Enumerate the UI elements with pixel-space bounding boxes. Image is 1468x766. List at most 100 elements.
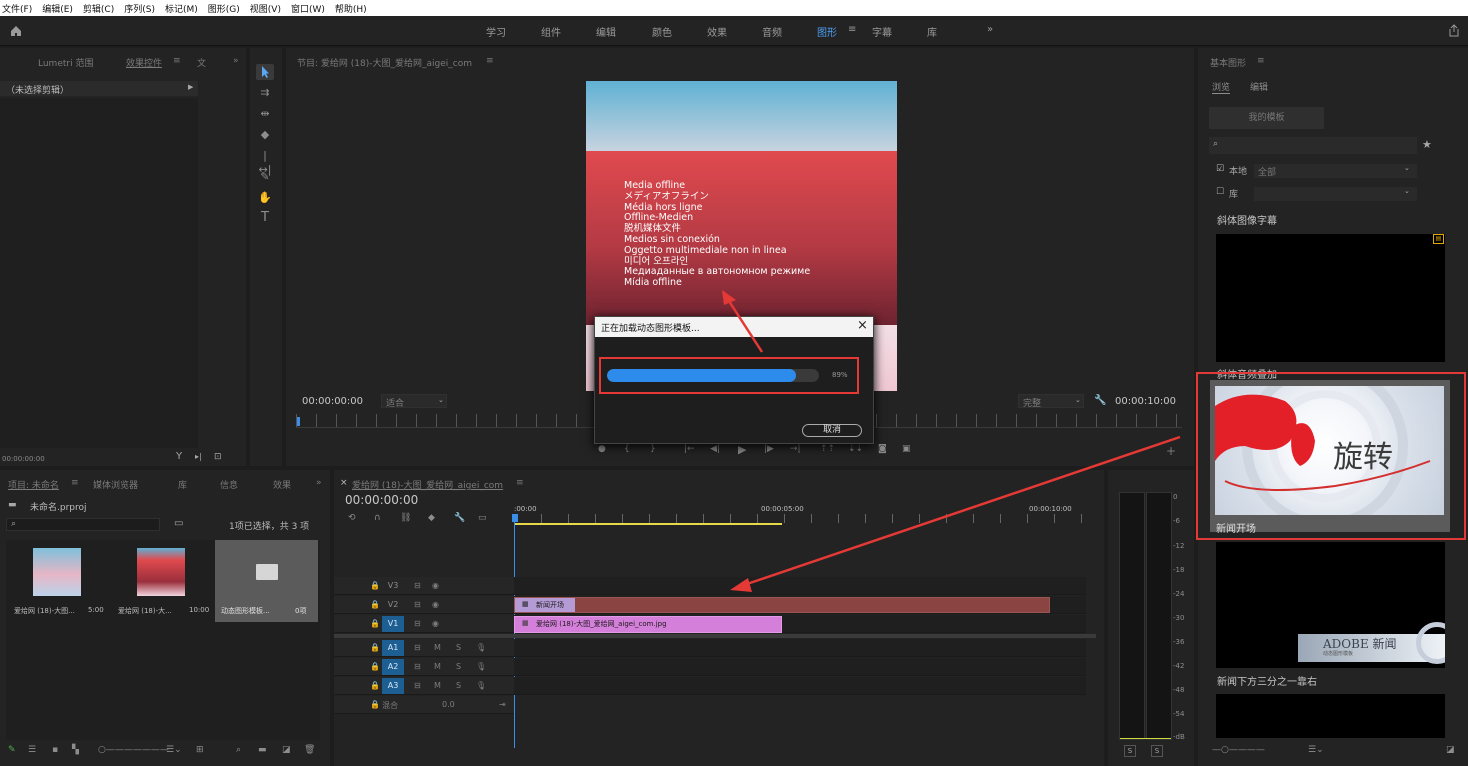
new-bin-bottom-icon[interactable]: ▬ [258,745,267,755]
sync-icon[interactable]: ⊟ [414,600,421,609]
clip-v1-image[interactable]: ▦ 爱给网 (18)-大图_爱给网_aigei_com.jpg [514,616,782,633]
library-checkbox[interactable]: ☐ [1216,187,1224,197]
effects-timecode[interactable]: 00:00:00:00 [2,455,45,463]
automate-icon[interactable]: ⊞ [196,745,204,755]
camera-icon[interactable]: ◙ [878,444,887,454]
menu-graphics[interactable]: 图形(G) [208,2,240,15]
solo-right-button[interactable]: S [1151,745,1163,757]
play-icon[interactable]: ▶ [738,443,746,456]
track-label[interactable]: A3 [382,678,404,694]
lift-icon[interactable]: ⇡⇡ [820,444,835,454]
lock-icon[interactable]: 🔒 [370,581,380,590]
tab-graphics-menu-icon[interactable]: ≡ [848,24,856,35]
hand-tool-icon[interactable]: ✋ [257,191,273,205]
icon-view-icon[interactable]: ▪ [52,745,58,755]
step-back-icon[interactable]: ◀| [710,444,720,454]
timeline-playhead-head[interactable] [512,514,518,522]
pencil-icon[interactable]: ✎ [8,745,16,755]
home-icon[interactable] [10,25,22,37]
project-item[interactable]: 爱给网 (18)-大图... 5:00 [8,540,104,622]
program-timecode-right[interactable]: 00:00:10:00 [1115,396,1176,407]
project-item[interactable]: 动态图形模板... 0项 [215,540,318,622]
find-icon[interactable]: ⌕ [236,745,241,755]
timeline-menu-icon[interactable]: ≡ [516,478,524,488]
freeform-view-icon[interactable]: ▚ [72,745,79,755]
tab-captions[interactable]: 字幕 [872,24,892,39]
track-label[interactable]: A1 [382,640,404,656]
goto-in-icon[interactable]: |← [684,444,695,454]
sync-icon[interactable]: ⊟ [414,681,421,690]
sync-icon[interactable]: ⊟ [414,619,421,628]
project-menu-icon[interactable]: ≡ [71,478,79,488]
new-item-icon[interactable]: ◪ [1446,745,1455,755]
timeline-ruler[interactable] [514,514,1086,523]
solo-icon[interactable]: S [456,681,461,690]
extract-icon[interactable]: ⇣⇣ [848,444,863,454]
tab-edit[interactable]: 编辑 [1250,80,1268,93]
template-thumbnail[interactable] [1216,694,1445,738]
track-header-v1[interactable]: 🔒 V1 ⊟ ◉ [334,615,514,633]
sort-icon[interactable]: ☰⌄ [166,745,182,755]
nest-icon[interactable]: ⟲ [348,513,356,523]
new-item-icon[interactable]: ◪ [282,745,291,755]
program-menu-icon[interactable]: ≡ [486,56,494,66]
timeline-timecode[interactable]: 00:00:00:00 [345,493,418,507]
eye-icon[interactable]: ◉ [432,581,439,590]
eye-icon[interactable]: ◉ [432,619,439,628]
close-timeline-icon[interactable]: × [340,478,348,488]
zoom-slider[interactable]: ○——————— [98,745,169,755]
essential-menu-icon[interactable]: ≡ [1257,56,1265,66]
out-point-icon[interactable]: } [650,444,656,454]
fit-dropdown[interactable]: 适合 ⌄ [381,394,447,409]
mute-icon[interactable]: M [434,643,441,652]
tab-media-browser[interactable]: 媒体浏览器 [93,478,138,491]
add-marker-icon[interactable]: ◆ [428,513,435,523]
eye-icon[interactable]: ◉ [432,600,439,609]
list-view-icon[interactable]: ☰ [28,745,36,755]
template-search-input[interactable]: ⌕ [1209,137,1417,154]
clip-v2-news-opening[interactable]: ▦ 新闻开场 [514,597,1050,613]
lock-icon[interactable]: 🔒 [370,681,380,690]
project-overflow-icon[interactable]: » [316,478,322,488]
local-checkbox[interactable]: ☑ [1216,164,1224,174]
ripple-edit-tool-icon[interactable]: ⇹ [257,107,273,121]
tab-browse[interactable]: 浏览 [1212,80,1231,94]
in-point-icon[interactable]: { [624,444,630,454]
trash-icon[interactable]: 🗑 [304,745,315,755]
tab-color[interactable]: 颜色 [652,24,672,39]
cancel-button[interactable]: 取消 [802,424,862,437]
mute-icon[interactable]: M [434,681,441,690]
panel-tab-lumetri[interactable]: Lumetri 范围 [38,56,93,69]
track-label[interactable]: A2 [382,659,404,675]
goto-out-icon[interactable]: →| [790,444,801,454]
thumbnail-size-slider[interactable]: —○———— [1212,745,1265,755]
track-label[interactable]: V3 [382,578,404,594]
type-tool-icon[interactable]: T [257,211,273,225]
filter-icon[interactable]: Y [176,451,182,462]
menu-clip[interactable]: 剪辑(C) [83,2,114,15]
mic-icon[interactable]: 🎙 [476,681,486,690]
sync-icon[interactable]: ⊟ [414,581,421,590]
track-header-a3[interactable]: 🔒 A3 ⊟ M S 🎙 [334,677,514,695]
my-templates-button[interactable]: 我的模板 [1209,107,1324,129]
lock-icon[interactable]: 🔒 [370,619,380,628]
mute-icon[interactable]: M [434,662,441,671]
lock-icon[interactable]: 🔒 [370,643,380,652]
sync-icon[interactable]: ⊟ [414,662,421,671]
workspace-overflow-icon[interactable]: » [987,24,993,35]
mic-icon[interactable]: 🎙 [476,662,486,671]
favorite-badge-icon[interactable]: ▤ [1433,234,1444,244]
mic-icon[interactable]: 🎙 [476,643,486,652]
panel-tab-effect-controls[interactable]: 效果控件 [126,56,162,69]
tab-audio[interactable]: 音频 [762,24,782,39]
essential-graphics-title[interactable]: 基本图形 [1210,56,1246,69]
tab-libraries-project[interactable]: 库 [178,478,187,491]
track-label[interactable]: V2 [382,597,404,613]
program-timecode-left[interactable]: 00:00:00:00 [302,396,363,407]
pen-tool-icon[interactable]: ✎ [257,170,273,184]
solo-left-button[interactable]: S [1124,745,1136,757]
export-icon[interactable]: ⊡ [214,452,222,462]
panel-overflow-icon[interactable]: » [233,56,239,66]
track-header-a2[interactable]: 🔒 A2 ⊟ M S 🎙 [334,658,514,676]
panel-tab-text[interactable]: 文 [197,56,206,69]
